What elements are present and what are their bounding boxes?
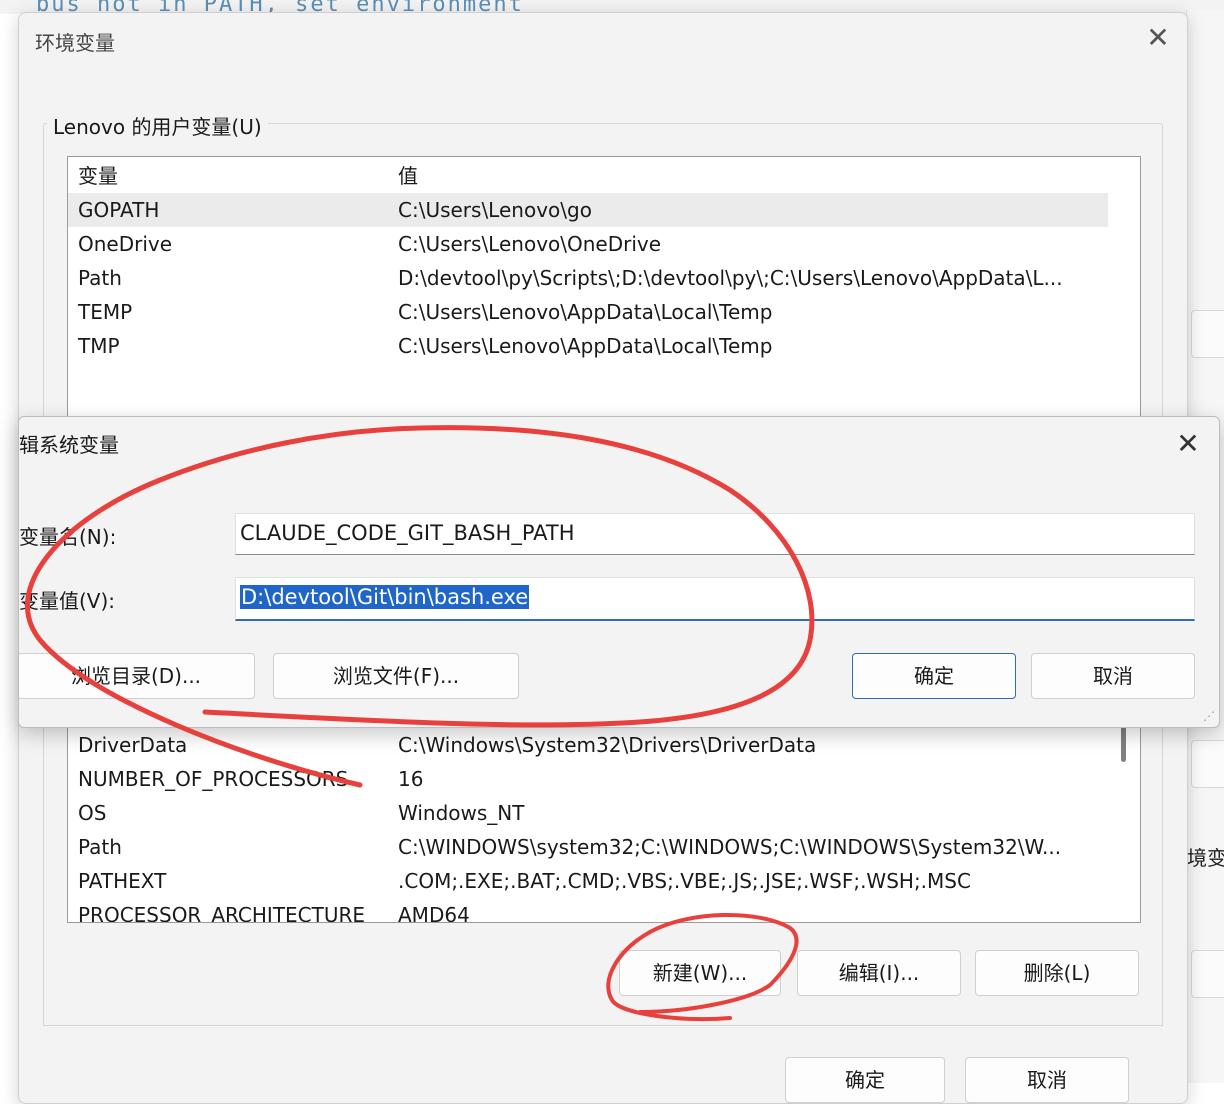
- selected-text: D:\devtool\Git\bin\bash.exe: [240, 585, 530, 609]
- variable-value: C:\WINDOWS\system32;C:\WINDOWS;C:\WINDOW…: [398, 835, 1062, 859]
- list-header: 变量 值: [68, 159, 1108, 193]
- variable-name: OS: [78, 801, 107, 825]
- user-variables-label: Lenovo 的用户变量(U): [47, 111, 268, 140]
- variable-value-input[interactable]: D:\devtool\Git\bin\bash.exe: [235, 577, 1195, 621]
- new-button[interactable]: 新建(W)...: [619, 950, 781, 996]
- variable-value: D:\devtool\py\Scripts\;D:\devtool\py\;C:…: [398, 266, 1063, 290]
- variable-name: Path: [78, 266, 122, 290]
- close-icon[interactable]: ✕: [1171, 427, 1205, 461]
- dialog-title: 辑系统变量: [19, 433, 119, 457]
- scrollbar-thumb[interactable]: [1121, 722, 1126, 762]
- variable-value: .COM;.EXE;.BAT;.CMD;.VBS;.VBE;.JS;.JSE;.…: [398, 869, 971, 893]
- resize-grip-icon[interactable]: ⋰: [1203, 709, 1215, 723]
- table-row[interactable]: PATHEXT .COM;.EXE;.BAT;.CMD;.VBS;.VBE;.J…: [68, 864, 1108, 898]
- column-header-variable[interactable]: 变量: [78, 159, 118, 193]
- variable-name-input[interactable]: CLAUDE_CODE_GIT_BASH_PATH: [235, 513, 1195, 555]
- table-row[interactable]: TMP C:\Users\Lenovo\AppData\Local\Temp: [68, 329, 1108, 363]
- edit-system-variable-dialog: 辑系统变量 ✕ 变量名(N): CLAUDE_CODE_GIT_BASH_PAT…: [18, 416, 1220, 728]
- edit-button[interactable]: 编辑(I)...: [797, 950, 961, 996]
- variable-value-label: 变量值(V):: [19, 589, 116, 613]
- variable-name: TEMP: [78, 300, 133, 324]
- variable-name: DriverData: [78, 733, 188, 757]
- browse-file-button[interactable]: 浏览文件(F)...: [273, 653, 519, 699]
- background-button: [1191, 310, 1224, 358]
- variable-value: C:\Users\Lenovo\go: [398, 198, 592, 222]
- variable-value: C:\Windows\System32\Drivers\DriverData: [398, 733, 817, 757]
- delete-button[interactable]: 删除(L): [975, 950, 1139, 996]
- user-variables-list[interactable]: 变量 值 GOPATH C:\Users\Lenovo\go OneDrive …: [67, 156, 1141, 458]
- dialog-title: 环境变量: [35, 31, 115, 55]
- variable-value: 16: [398, 767, 424, 791]
- table-row[interactable]: NUMBER_OF_PROCESSORS 16: [68, 762, 1108, 796]
- system-variables-list[interactable]: DriverData C:\Windows\System32\Drivers\D…: [67, 713, 1141, 923]
- variable-name: GOPATH: [78, 198, 160, 222]
- cancel-button[interactable]: 取消: [1031, 653, 1195, 699]
- background-label: 境变: [1187, 846, 1224, 870]
- table-row[interactable]: GOPATH C:\Users\Lenovo\go: [68, 193, 1108, 227]
- variable-name: NUMBER_OF_PROCESSORS: [78, 767, 349, 791]
- table-row[interactable]: Path D:\devtool\py\Scripts\;D:\devtool\p…: [68, 261, 1108, 295]
- cancel-button[interactable]: 取消: [965, 1057, 1129, 1103]
- browse-directory-button[interactable]: 浏览目录(D)...: [19, 653, 255, 699]
- background-button: [1191, 740, 1224, 788]
- table-row[interactable]: DriverData C:\Windows\System32\Drivers\D…: [68, 728, 1108, 762]
- table-row[interactable]: Path C:\WINDOWS\system32;C:\WINDOWS;C:\W…: [68, 830, 1108, 864]
- table-row[interactable]: OneDrive C:\Users\Lenovo\OneDrive: [68, 227, 1108, 261]
- variable-value: C:\Users\Lenovo\AppData\Local\Temp: [398, 334, 773, 358]
- variable-name-label: 变量名(N):: [19, 525, 117, 549]
- ok-button[interactable]: 确定: [852, 653, 1016, 699]
- variable-name: Path: [78, 835, 122, 859]
- variable-name: OneDrive: [78, 232, 173, 256]
- variable-value: Windows_NT: [398, 801, 525, 825]
- table-row[interactable]: TEMP C:\Users\Lenovo\AppData\Local\Temp: [68, 295, 1108, 329]
- column-header-value[interactable]: 值: [398, 159, 418, 193]
- variable-name: PROCESSOR_ARCHITECTURE: [78, 903, 366, 923]
- variable-value: C:\Users\Lenovo\OneDrive: [398, 232, 662, 256]
- table-row[interactable]: PROCESSOR_ARCHITECTURE AMD64: [68, 898, 1108, 923]
- variable-name: TMP: [78, 334, 120, 358]
- ok-button[interactable]: 确定: [785, 1057, 945, 1103]
- variable-name: PATHEXT: [78, 869, 167, 893]
- background-button: [1191, 950, 1224, 998]
- variable-value: AMD64: [398, 903, 470, 923]
- table-row[interactable]: OS Windows_NT: [68, 796, 1108, 830]
- close-icon[interactable]: ✕: [1141, 21, 1175, 55]
- variable-value: C:\Users\Lenovo\AppData\Local\Temp: [398, 300, 773, 324]
